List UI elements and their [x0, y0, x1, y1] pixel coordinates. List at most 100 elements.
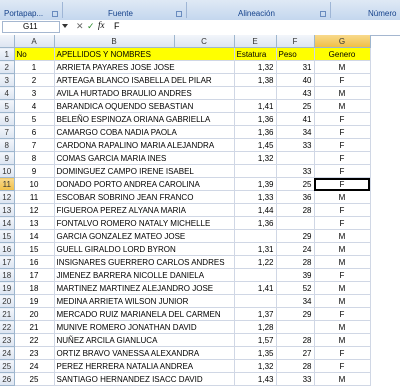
- cell-estatura[interactable]: [234, 294, 277, 308]
- cell-peso[interactable]: 29: [276, 229, 315, 243]
- cell-no[interactable]: 18: [14, 281, 55, 295]
- chevron-down-icon[interactable]: [62, 24, 68, 28]
- cell-peso[interactable]: 28: [276, 359, 315, 373]
- row-header[interactable]: 16: [0, 242, 15, 256]
- cell-name[interactable]: AVILA HURTADO BRAULIO ANDRES: [54, 86, 235, 100]
- row-header[interactable]: 26: [0, 372, 15, 386]
- cell-peso[interactable]: 33: [276, 138, 315, 152]
- cell-estatura[interactable]: [234, 164, 277, 178]
- cell-genero[interactable]: M: [314, 99, 371, 113]
- cell-name[interactable]: MUNIVE ROMERO JONATHAN DAVID: [54, 320, 235, 334]
- cell-name[interactable]: MEDINA ARRIETA WILSON JUNIOR: [54, 294, 235, 308]
- cell-estatura[interactable]: 1,35: [234, 346, 277, 360]
- cell-no[interactable]: 14: [14, 229, 55, 243]
- cell-peso[interactable]: 34: [276, 294, 315, 308]
- cell-peso[interactable]: [276, 320, 315, 334]
- row-header[interactable]: 17: [0, 255, 15, 269]
- cell-name[interactable]: MARTINEZ MARTINEZ ALEJANDRO JOSE: [54, 281, 235, 295]
- cell-estatura[interactable]: 1,22: [234, 255, 277, 269]
- cell-no[interactable]: 6: [14, 125, 55, 139]
- cell-name[interactable]: GARCIA GONZALEZ MATEO JOSE: [54, 229, 235, 243]
- row-header[interactable]: 5: [0, 99, 15, 113]
- row-header[interactable]: 21: [0, 307, 15, 321]
- cell-genero[interactable]: M: [314, 294, 371, 308]
- cell-no[interactable]: 20: [14, 307, 55, 321]
- cell-estatura[interactable]: 1,36: [234, 125, 277, 139]
- cell-no[interactable]: 25: [14, 372, 55, 386]
- enter-icon[interactable]: ✓: [87, 21, 95, 32]
- cell-genero[interactable]: F: [314, 112, 371, 126]
- cell-genero[interactable]: M: [314, 320, 371, 334]
- cell-genero[interactable]: F: [314, 151, 371, 165]
- font-launcher-icon[interactable]: [176, 11, 182, 17]
- cell-peso[interactable]: 31: [276, 60, 315, 74]
- cell-name[interactable]: MERCADO RUIZ MARIANELA DEL CARMEN: [54, 307, 235, 321]
- cell-no[interactable]: 24: [14, 359, 55, 373]
- cell-estatura[interactable]: 1,32: [234, 60, 277, 74]
- row-header[interactable]: 22: [0, 320, 15, 334]
- cell-name[interactable]: ORTIZ BRAVO VANESSA ALEXANDRA: [54, 346, 235, 360]
- cell-genero[interactable]: F: [314, 138, 371, 152]
- cell-peso[interactable]: [276, 216, 315, 230]
- cell-name[interactable]: CARDONA RAPALINO MARIA ALEJANDRA: [54, 138, 235, 152]
- column-header-f[interactable]: F: [276, 35, 315, 48]
- cell-genero[interactable]: F: [314, 346, 371, 360]
- header-cell-name[interactable]: APELLIDOS Y NOMBRES: [54, 47, 235, 61]
- cell-genero[interactable]: M: [314, 242, 371, 256]
- row-header[interactable]: 20: [0, 294, 15, 308]
- cell-genero[interactable]: F: [314, 268, 371, 282]
- cell-no[interactable]: 7: [14, 138, 55, 152]
- cell-estatura[interactable]: 1,44: [234, 203, 277, 217]
- cell-no[interactable]: 11: [14, 190, 55, 204]
- cell-peso[interactable]: 25: [276, 99, 315, 113]
- name-box[interactable]: G11: [2, 21, 60, 33]
- cell-genero[interactable]: F: [314, 203, 371, 217]
- cell-genero[interactable]: M: [314, 60, 371, 74]
- cell-estatura[interactable]: 1,39: [234, 177, 277, 191]
- row-header[interactable]: 15: [0, 229, 15, 243]
- font-group[interactable]: Fuente: [64, 0, 184, 20]
- cell-no[interactable]: 16: [14, 255, 55, 269]
- row-header[interactable]: 18: [0, 268, 15, 282]
- cell-name[interactable]: FIGUEROA PEREZ ALYANA MARIA: [54, 203, 235, 217]
- formula-input[interactable]: F: [114, 21, 120, 31]
- cell-genero[interactable]: F: [314, 216, 371, 230]
- cell-genero[interactable]: F: [314, 359, 371, 373]
- alignment-group[interactable]: Alineación: [188, 0, 328, 20]
- cell-no[interactable]: 3: [14, 86, 55, 100]
- cell-peso[interactable]: 40: [276, 73, 315, 87]
- header-cell-estatura[interactable]: Estatura: [234, 47, 277, 61]
- cell-peso[interactable]: 25: [276, 177, 315, 191]
- cell-name[interactable]: ARTEAGA BLANCO ISABELLA DEL PILAR: [54, 73, 235, 87]
- cell-estatura[interactable]: [234, 229, 277, 243]
- cell-peso[interactable]: 27: [276, 346, 315, 360]
- cell-no[interactable]: 10: [14, 177, 55, 191]
- cell-no[interactable]: 17: [14, 268, 55, 282]
- cell-genero[interactable]: M: [314, 333, 371, 347]
- cell-no[interactable]: 1: [14, 60, 55, 74]
- cell-estatura[interactable]: [234, 86, 277, 100]
- cell-estatura[interactable]: 1,31: [234, 242, 277, 256]
- cell-peso[interactable]: 43: [276, 86, 315, 100]
- cell-peso[interactable]: 28: [276, 255, 315, 269]
- cell-peso[interactable]: 39: [276, 268, 315, 282]
- cell-no[interactable]: 9: [14, 164, 55, 178]
- row-header[interactable]: 4: [0, 86, 15, 100]
- row-header[interactable]: 14: [0, 216, 15, 230]
- row-header[interactable]: 12: [0, 190, 15, 204]
- header-cell-genero[interactable]: Genero: [314, 47, 371, 61]
- cell-estatura[interactable]: 1,41: [234, 281, 277, 295]
- row-header[interactable]: 6: [0, 112, 15, 126]
- cell-no[interactable]: 19: [14, 294, 55, 308]
- cell-name[interactable]: JIMENEZ BARRERA NICOLLE DANIELA: [54, 268, 235, 282]
- clipboard-group[interactable]: Portapap...: [0, 0, 60, 20]
- clipboard-launcher-icon[interactable]: [52, 11, 58, 17]
- cell-genero[interactable]: F: [314, 177, 371, 191]
- cell-genero[interactable]: M: [314, 281, 371, 295]
- cell-name[interactable]: INSIGNARES GUERRERO CARLOS ANDRES: [54, 255, 235, 269]
- cell-genero[interactable]: M: [314, 255, 371, 269]
- row-header[interactable]: 7: [0, 125, 15, 139]
- cell-no[interactable]: 15: [14, 242, 55, 256]
- column-header-e[interactable]: E: [234, 35, 277, 48]
- row-header[interactable]: 24: [0, 346, 15, 360]
